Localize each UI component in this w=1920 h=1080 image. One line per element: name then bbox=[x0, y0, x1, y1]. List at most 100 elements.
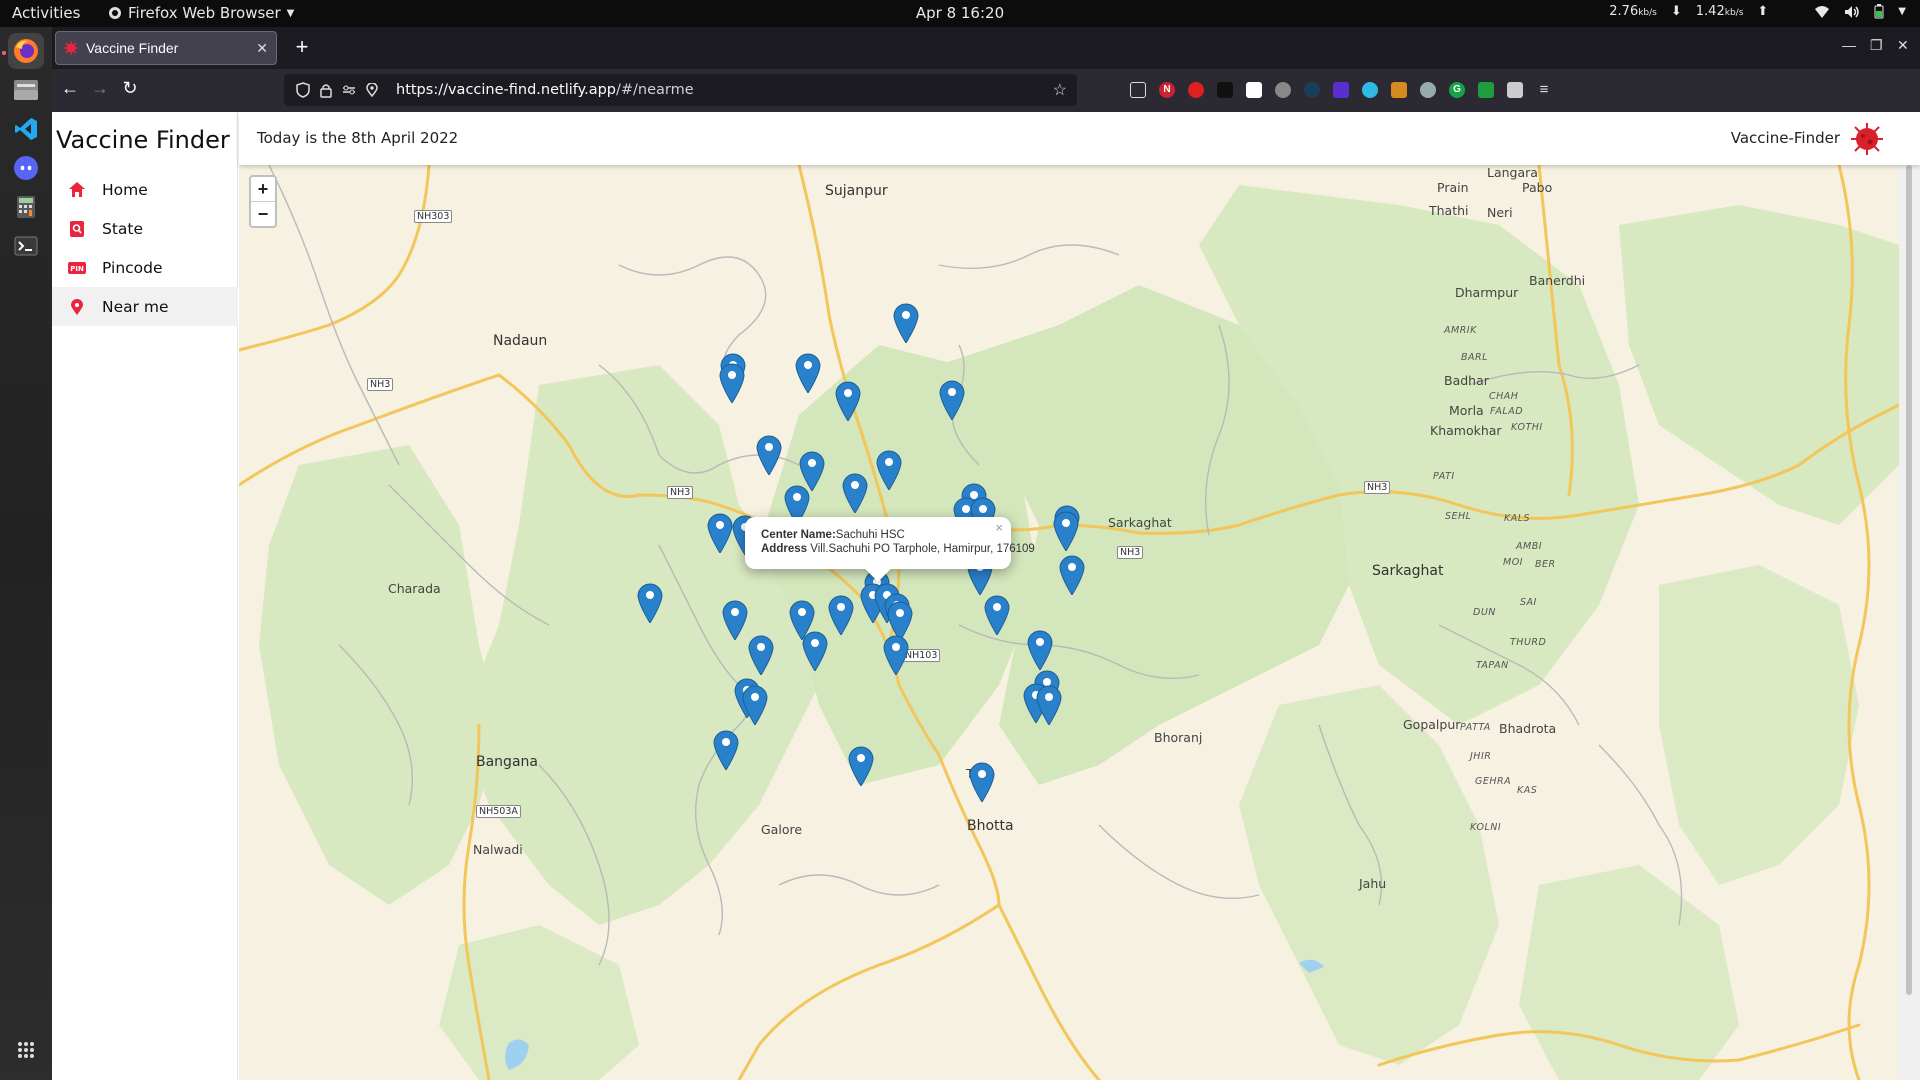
map-base[interactable] bbox=[239, 165, 1899, 1080]
vaccine-center-marker[interactable] bbox=[1036, 685, 1062, 725]
header-app-name: Vaccine-Finder bbox=[1730, 129, 1840, 147]
map-label-locality: KOLNI bbox=[1470, 822, 1502, 833]
map-label-locality: PATI bbox=[1433, 471, 1455, 482]
map-label-locality: SAI bbox=[1520, 597, 1537, 608]
vaccine-center-marker[interactable] bbox=[795, 353, 821, 393]
grid-icon bbox=[18, 1042, 34, 1058]
map-label-place: Bhoranj bbox=[1154, 730, 1203, 745]
vaccine-center-marker[interactable] bbox=[835, 381, 861, 421]
vaccine-center-marker[interactable] bbox=[707, 513, 733, 553]
map-label-place: Bangana bbox=[476, 754, 538, 770]
system-tray[interactable]: 2.76kb/s ⬇ 1.42kb/s ⬆ ▼ bbox=[1609, 4, 1906, 19]
show-apps-button[interactable] bbox=[8, 1032, 44, 1068]
tab-vaccine-finder[interactable]: Vaccine Finder ✕ bbox=[55, 31, 277, 65]
restore-icon[interactable]: ❐ bbox=[1870, 37, 1883, 54]
extension-color-icon[interactable] bbox=[1362, 82, 1378, 98]
map-label-place: Khamokhar bbox=[1430, 423, 1502, 438]
vaccine-center-marker[interactable] bbox=[984, 595, 1010, 635]
dock-discord[interactable] bbox=[8, 150, 44, 186]
vaccine-center-marker[interactable] bbox=[939, 380, 965, 420]
sidebar-item-pincode[interactable]: PIN Pincode bbox=[52, 248, 238, 287]
minimize-icon[interactable]: — bbox=[1842, 37, 1856, 53]
dock-firefox[interactable] bbox=[8, 33, 44, 69]
sidebar-item-near-me[interactable]: Near me bbox=[52, 287, 238, 326]
map-label-place: Jahu bbox=[1359, 876, 1387, 891]
dock-calculator[interactable] bbox=[8, 189, 44, 225]
zoom-out-button[interactable]: − bbox=[251, 202, 275, 227]
clipboard-icon[interactable] bbox=[1507, 82, 1523, 98]
pocket-icon[interactable] bbox=[1130, 82, 1146, 98]
running-indicator bbox=[2, 51, 6, 55]
extension-purple-icon[interactable] bbox=[1333, 82, 1349, 98]
files-icon bbox=[14, 80, 38, 100]
sidebar-item-state[interactable]: State bbox=[52, 209, 238, 248]
vaccine-center-marker[interactable] bbox=[748, 635, 774, 675]
extension-green-icon[interactable] bbox=[1478, 82, 1494, 98]
map-label-locality: KAS bbox=[1517, 785, 1538, 796]
forward-button[interactable]: → bbox=[86, 78, 114, 99]
vaccine-center-marker[interactable] bbox=[742, 685, 768, 725]
globe-icon[interactable] bbox=[1420, 82, 1436, 98]
vaccine-center-marker[interactable] bbox=[893, 303, 919, 343]
map-label-place: Prain bbox=[1437, 180, 1469, 195]
upload-rate: 1.42kb/s bbox=[1695, 4, 1744, 19]
vaccine-center-marker[interactable] bbox=[842, 473, 868, 513]
vaccine-center-marker[interactable] bbox=[828, 595, 854, 635]
dock-terminal[interactable] bbox=[8, 228, 44, 264]
back-button[interactable]: ← bbox=[56, 78, 84, 99]
extension-orange-icon[interactable] bbox=[1391, 82, 1407, 98]
react-devtools-icon[interactable] bbox=[1304, 82, 1320, 98]
sidebar-item-label: Pincode bbox=[102, 258, 163, 277]
popup-address-value: Vill.Sachuhi PO Tarphole, Hamirpur, 1761… bbox=[810, 543, 1035, 555]
map-container[interactable]: + − Sujanpur Nadaun Charada Bangana Nalw… bbox=[239, 165, 1899, 1080]
map-label-place: Dharmpur bbox=[1455, 285, 1519, 300]
close-tab-icon[interactable]: ✕ bbox=[256, 40, 268, 57]
vaccine-center-marker[interactable] bbox=[1059, 555, 1085, 595]
vaccine-center-marker[interactable] bbox=[637, 583, 663, 623]
popup-name-row: Center Name:Sachuhi HSC bbox=[761, 528, 995, 542]
extension-face-icon[interactable] bbox=[1275, 82, 1291, 98]
extension-dark-icon[interactable] bbox=[1217, 82, 1233, 98]
reload-button[interactable]: ↻ bbox=[116, 78, 144, 99]
close-window-icon[interactable]: ✕ bbox=[1897, 37, 1909, 54]
menu-icon[interactable]: ≡ bbox=[1536, 82, 1552, 98]
map-label-place: Bhadrota bbox=[1499, 721, 1557, 736]
vaccine-center-marker[interactable] bbox=[848, 746, 874, 786]
vaccine-center-marker[interactable] bbox=[1053, 511, 1079, 551]
location-icon bbox=[366, 83, 378, 97]
vaccine-center-marker[interactable] bbox=[713, 730, 739, 770]
new-tab-button[interactable]: + bbox=[288, 34, 316, 60]
page-scrollbar[interactable] bbox=[1899, 165, 1920, 1080]
sidebar-item-home[interactable]: Home bbox=[52, 170, 238, 209]
popup-close-button[interactable]: × bbox=[995, 520, 1003, 535]
page-header: Today is the 8th April 2022 Vaccine-Find… bbox=[239, 112, 1920, 165]
map-label-place: Gopalpur bbox=[1403, 717, 1461, 732]
vaccine-center-marker[interactable] bbox=[876, 450, 902, 490]
dock-vscode[interactable] bbox=[8, 111, 44, 147]
dock-files[interactable] bbox=[8, 72, 44, 108]
bookmark-star-icon[interactable]: ☆ bbox=[1053, 80, 1067, 100]
extension-n-icon[interactable]: N bbox=[1159, 82, 1175, 98]
map-label-place: Sarkaghat bbox=[1372, 563, 1444, 579]
center-info-popup: × Center Name:Sachuhi HSC Address Vill.S… bbox=[745, 517, 1035, 582]
extension-red-icon[interactable] bbox=[1188, 82, 1204, 98]
vaccine-center-marker[interactable] bbox=[802, 631, 828, 671]
lock-icon bbox=[320, 83, 332, 98]
extension-grid-icon[interactable] bbox=[1246, 82, 1262, 98]
firefox-icon bbox=[14, 39, 38, 63]
vaccine-center-marker[interactable] bbox=[722, 600, 748, 640]
battery-icon bbox=[1874, 4, 1884, 19]
vaccine-center-marker[interactable] bbox=[1027, 630, 1053, 670]
vaccine-center-marker[interactable] bbox=[756, 435, 782, 475]
scrollbar-thumb[interactable] bbox=[1906, 165, 1912, 995]
chevron-down-icon: ▼ bbox=[1898, 6, 1906, 17]
road-shield: NH3 bbox=[667, 486, 694, 499]
vaccine-center-marker[interactable] bbox=[719, 363, 745, 403]
zoom-in-button[interactable]: + bbox=[251, 177, 275, 202]
grammarly-icon[interactable]: G bbox=[1449, 82, 1465, 98]
upload-arrow-icon: ⬆ bbox=[1757, 4, 1769, 19]
map-label-place: Charada bbox=[388, 581, 441, 596]
vaccine-center-marker[interactable] bbox=[969, 762, 995, 802]
address-bar[interactable]: https://vaccine-find.netlify.app/#/nearm… bbox=[284, 74, 1077, 106]
vaccine-center-marker[interactable] bbox=[883, 635, 909, 675]
